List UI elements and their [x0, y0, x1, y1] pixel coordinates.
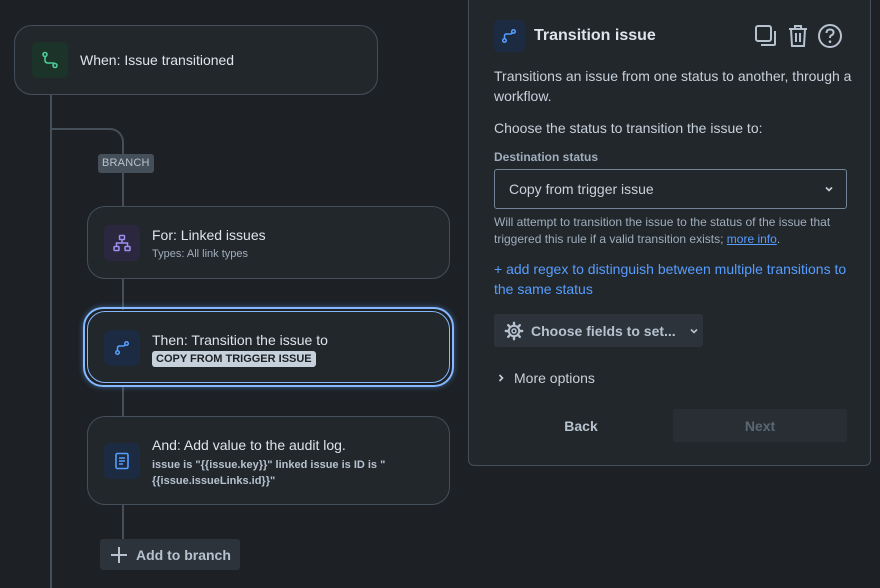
help-icon[interactable] [817, 22, 843, 50]
next-button[interactable]: Next [673, 409, 847, 442]
audit-log-value: issue is "{{issue.key}}" linked issue is… [152, 459, 386, 487]
choose-status-label: Choose the status to transition the issu… [494, 120, 763, 136]
add-to-branch-label: Add to branch [136, 546, 231, 563]
more-options-toggle[interactable]: More options [496, 370, 595, 386]
choose-fields-button[interactable]: Choose fields to set... [494, 314, 703, 347]
connector-branch-curve [96, 128, 124, 154]
panel-description: Transitions an issue from one status to … [494, 68, 852, 104]
more-options-label: More options [514, 370, 595, 386]
config-panel: Transition issue Transitions an issue fr… [468, 0, 871, 466]
helper-text-end: . [776, 232, 781, 246]
delete-icon[interactable] [785, 22, 811, 50]
destination-status-value: Copy from trigger issue [509, 181, 654, 197]
trigger-title: When: Issue transitioned [80, 52, 235, 68]
back-button[interactable]: Back [494, 409, 668, 442]
branch-card-subtitle: Types: All link types [152, 248, 248, 260]
transition-trigger-icon [32, 42, 68, 78]
helper-text: Will attempt to transition the issue to … [494, 214, 854, 248]
chevron-right-icon [496, 373, 506, 383]
add-to-branch-button[interactable]: Add to branch [100, 539, 240, 570]
more-info-link[interactable]: more info [727, 232, 777, 246]
connector-branch-vertical-2 [122, 278, 124, 310]
destination-status-select[interactable]: Copy from trigger issue [494, 169, 847, 209]
transition-icon [104, 330, 140, 366]
connector-branch-vertical-1 [122, 173, 124, 207]
connector-branch-vertical-3 [122, 386, 124, 417]
connector-main [50, 94, 52, 588]
panel-transition-icon [493, 20, 525, 52]
action-card-title: Then: Transition the issue to [152, 332, 328, 348]
trigger-card[interactable]: When: Issue transitioned [14, 25, 378, 95]
add-regex-link[interactable]: + add regex to distinguish between multi… [494, 259, 854, 299]
choose-fields-label: Choose fields to set... [531, 322, 676, 339]
audit-log-title: And: Add value to the audit log. [152, 437, 346, 453]
chevron-down-icon [689, 326, 699, 336]
document-icon [104, 443, 140, 479]
hierarchy-icon [104, 225, 140, 261]
status-lozenge: COPY FROM TRIGGER ISSUE [152, 351, 316, 367]
destination-status-label: Destination status [494, 150, 599, 164]
panel-title: Transition issue [534, 27, 656, 44]
duplicate-icon[interactable] [753, 22, 779, 50]
plus-icon [110, 546, 128, 564]
gear-icon [504, 321, 524, 341]
branch-card[interactable]: For: Linked issues Types: All link types [87, 206, 450, 279]
branch-tag: BRANCH [98, 154, 154, 173]
action-card[interactable]: Then: Transition the issue to [87, 311, 450, 383]
chevron-down-icon [824, 184, 834, 194]
connector-branch-vertical-4 [122, 504, 124, 539]
branch-card-title: For: Linked issues [152, 227, 266, 243]
